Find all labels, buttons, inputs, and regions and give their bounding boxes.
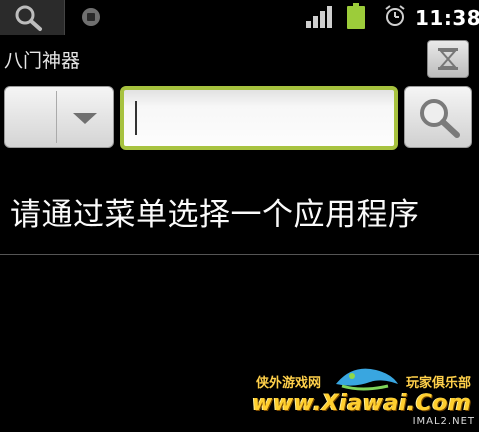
dolphin-logo-icon [336, 368, 398, 391]
watermark-small-text: IMAL2.NET [412, 416, 475, 427]
search-button[interactable] [404, 86, 472, 148]
category-dropdown[interactable] [4, 86, 114, 148]
app-title: 八门神器 [4, 50, 81, 72]
dropdown-divider [56, 91, 57, 143]
watermark-left-text: 侠外游戏网 [256, 376, 322, 391]
search-icon [420, 99, 460, 138]
watermark: 侠外游戏网 玩家俱乐部 www.Xiawai.Com IMAL2.NET [248, 362, 479, 432]
record-icon [82, 8, 100, 26]
hourglass-button[interactable] [427, 40, 469, 78]
watermark-url: www.Xiawai.Com [252, 391, 472, 416]
instruction-message: 请通过菜单选择一个应用程序 [10, 197, 420, 233]
battery-icon [347, 3, 365, 29]
signal-icon [306, 6, 334, 28]
divider [0, 254, 479, 255]
alarm-icon [385, 5, 405, 26]
chevron-down-icon [73, 113, 97, 124]
search-icon [15, 5, 42, 31]
status-bar: 11:38 [0, 0, 479, 35]
clock: 11:38 [415, 6, 479, 30]
watermark-right-text: 玩家俱乐部 [406, 376, 472, 391]
text-cursor [135, 101, 137, 135]
hourglass-icon [438, 48, 458, 70]
status-search-button[interactable] [0, 0, 65, 35]
search-input[interactable] [120, 86, 398, 150]
